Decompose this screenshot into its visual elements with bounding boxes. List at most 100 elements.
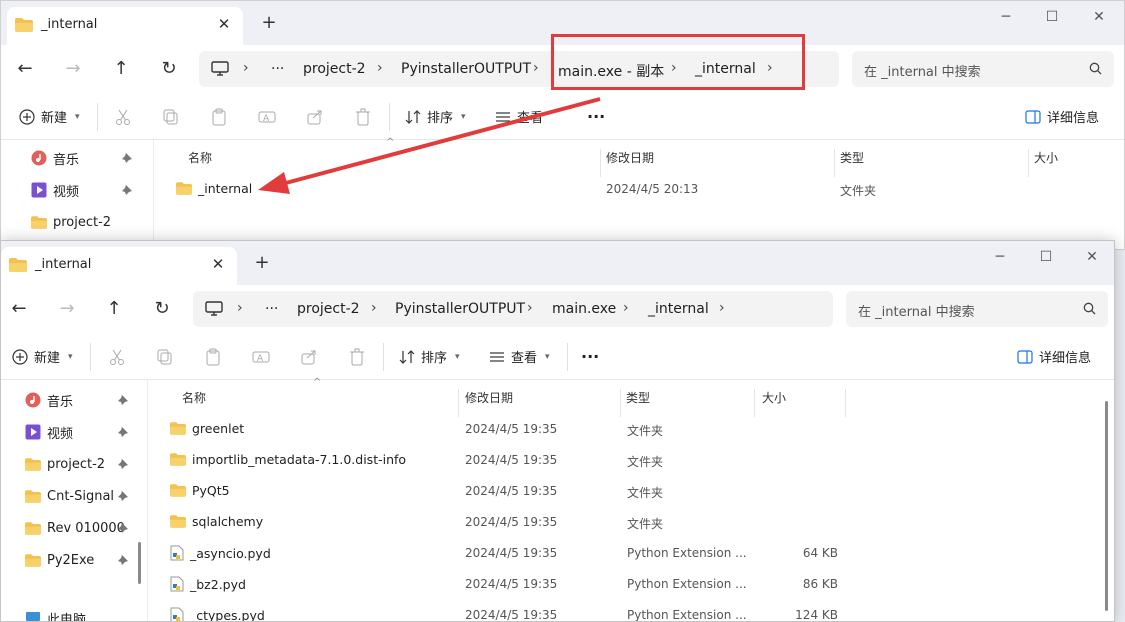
close-window-button[interactable]: ✕ [1086, 7, 1112, 27]
sidebar-item-project-2[interactable]: project-2 [25, 452, 105, 476]
share-icon[interactable] [305, 107, 325, 127]
column-size[interactable]: 大小 [762, 389, 786, 406]
paste-icon[interactable] [203, 347, 223, 367]
pin-icon[interactable] [117, 394, 129, 406]
breadcrumb-project-2[interactable]: project-2 [303, 61, 366, 77]
breadcrumb-more[interactable]: ··· [271, 61, 284, 77]
maximize-button[interactable]: ☐ [1033, 247, 1059, 267]
column-divider[interactable] [754, 389, 755, 417]
file-row[interactable]: PyQt5 2024/4/5 19:35 文件夹 [148, 476, 1114, 507]
minimize-button[interactable]: ─ [987, 247, 1013, 267]
file-row[interactable]: importlib_metadata-7.1.0.dist-info 2024/… [148, 445, 1114, 476]
file-row[interactable]: _ctypes.pyd 2024/4/5 19:35 Python Extens… [148, 600, 1114, 621]
sort-button[interactable]: 排序 ▾ [399, 347, 460, 366]
refresh-button[interactable]: ↻ [158, 58, 180, 80]
column-name[interactable]: 名称 [182, 389, 206, 406]
close-tab-icon[interactable]: ✕ [215, 15, 233, 33]
column-date[interactable]: 修改日期 [606, 149, 654, 166]
sidebar-item-music[interactable]: 音乐 [25, 388, 73, 412]
column-type[interactable]: 类型 [840, 149, 864, 166]
file-list-scrollbar[interactable] [1105, 401, 1108, 611]
pin-icon[interactable] [117, 522, 129, 534]
search-input[interactable]: 在 _internal 中搜索 [852, 51, 1114, 87]
column-date[interactable]: 修改日期 [465, 389, 513, 406]
sidebar-item-cnt-signal[interactable]: Cnt-Signal [25, 484, 114, 508]
pin-icon[interactable] [117, 458, 129, 470]
pin-icon[interactable] [117, 490, 129, 502]
sidebar-item-this-pc[interactable]: 此电脑 [25, 606, 86, 621]
new-tab-button[interactable]: + [259, 13, 279, 33]
copy-icon[interactable] [155, 347, 175, 367]
forward-button[interactable]: → [62, 58, 84, 80]
view-button[interactable]: 查看 ▾ [489, 347, 550, 366]
more-options-button[interactable]: ··· [587, 107, 605, 126]
delete-icon[interactable] [353, 107, 373, 127]
column-divider[interactable] [600, 149, 601, 177]
column-size[interactable]: 大小 [1034, 149, 1058, 166]
details-pane-button[interactable]: 详细信息 [1025, 107, 1099, 126]
column-divider[interactable] [845, 389, 846, 417]
more-options-button[interactable]: ··· [581, 347, 599, 366]
details-pane-button[interactable]: 详细信息 [1017, 347, 1091, 366]
column-divider[interactable] [834, 149, 835, 177]
pin-icon[interactable] [117, 426, 129, 438]
address-bar[interactable]: › ··· project-2 › PyinstallerOUTPUT › ma… [199, 51, 839, 87]
new-button[interactable]: 新建 ▾ [12, 347, 73, 366]
close-window-button[interactable]: ✕ [1079, 247, 1105, 267]
search-input[interactable]: 在 _internal 中搜索 [846, 291, 1108, 327]
up-button[interactable]: ↑ [110, 58, 132, 80]
rename-icon[interactable]: A [257, 107, 277, 127]
sidebar-item-py2exe[interactable]: Py2Exe [25, 548, 94, 572]
column-divider[interactable] [620, 389, 621, 417]
breadcrumb-project-2[interactable]: project-2 [297, 301, 360, 317]
refresh-button[interactable]: ↻ [151, 298, 173, 320]
pin-icon[interactable] [121, 152, 133, 164]
address-bar[interactable]: › ··· project-2 › PyinstallerOUTPUT › ma… [193, 291, 833, 327]
tab-internal[interactable]: _internal ✕ [7, 7, 243, 45]
sort-button[interactable]: 排序 ▾ [405, 107, 466, 126]
cut-icon[interactable] [107, 347, 127, 367]
breadcrumb-pyinstalleroutput[interactable]: PyinstallerOUTPUT [401, 61, 531, 77]
sidebar-item-video[interactable]: 视频 [31, 178, 79, 202]
divider [389, 103, 390, 131]
column-name[interactable]: 名称 [188, 149, 212, 166]
forward-button[interactable]: → [56, 298, 78, 320]
share-icon[interactable] [299, 347, 319, 367]
sidebar-item-rev-010000[interactable]: Rev 010000 [25, 516, 125, 540]
rename-icon[interactable]: A [251, 347, 271, 367]
file-row[interactable]: _asyncio.pyd 2024/4/5 19:35 Python Exten… [148, 538, 1114, 569]
breadcrumb-internal[interactable]: _internal [695, 61, 756, 77]
sidebar-scrollbar[interactable] [138, 542, 141, 584]
back-button[interactable]: ← [8, 298, 30, 320]
column-divider[interactable] [458, 389, 459, 417]
pin-icon[interactable] [117, 554, 129, 566]
new-tab-button[interactable]: + [252, 253, 272, 273]
pin-icon[interactable] [121, 184, 133, 196]
file-row[interactable]: _internal 2024/4/5 20:13 文件夹 [154, 174, 1124, 205]
close-tab-icon[interactable]: ✕ [209, 255, 227, 273]
sidebar-item-music[interactable]: 音乐 [31, 146, 79, 170]
tab-internal[interactable]: _internal ✕ [1, 247, 237, 285]
file-row[interactable]: greenlet 2024/4/5 19:35 文件夹 [148, 414, 1114, 445]
maximize-button[interactable]: ☐ [1039, 7, 1065, 27]
sidebar-item-project-2[interactable]: project-2 [31, 210, 111, 234]
new-button[interactable]: 新建 ▾ [19, 107, 80, 126]
up-button[interactable]: ↑ [103, 298, 125, 320]
column-type[interactable]: 类型 [626, 389, 650, 406]
minimize-button[interactable]: ─ [993, 7, 1019, 27]
sidebar-item-video[interactable]: 视频 [25, 420, 73, 444]
breadcrumb-main-exe-copy[interactable]: main.exe - 副本 [558, 61, 664, 81]
delete-icon[interactable] [347, 347, 367, 367]
breadcrumb-pyinstalleroutput[interactable]: PyinstallerOUTPUT [395, 301, 525, 317]
breadcrumb-main-exe[interactable]: main.exe [552, 301, 616, 317]
paste-icon[interactable] [209, 107, 229, 127]
breadcrumb-more[interactable]: ··· [265, 301, 278, 317]
copy-icon[interactable] [161, 107, 181, 127]
file-row[interactable]: sqlalchemy 2024/4/5 19:35 文件夹 [148, 507, 1114, 538]
column-divider[interactable] [1028, 149, 1029, 177]
cut-icon[interactable] [113, 107, 133, 127]
back-button[interactable]: ← [14, 58, 36, 80]
file-row[interactable]: _bz2.pyd 2024/4/5 19:35 Python Extension… [148, 569, 1114, 600]
view-button[interactable]: 查看 [495, 107, 543, 126]
breadcrumb-internal[interactable]: _internal [648, 301, 709, 317]
